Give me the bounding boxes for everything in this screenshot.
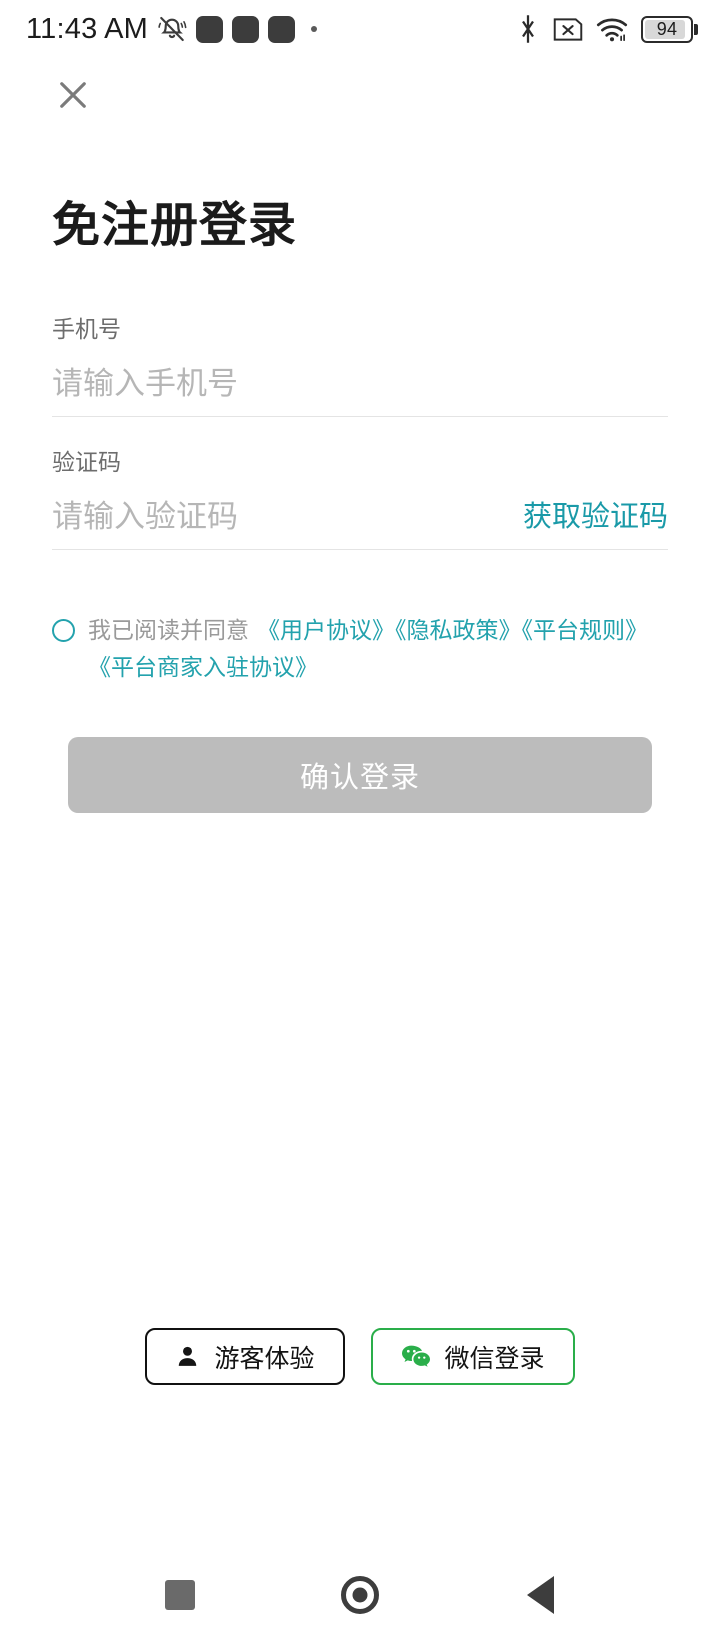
wechat-icon: [401, 1344, 431, 1370]
code-label: 验证码: [52, 449, 121, 476]
login-form: 手机号 验证码 获取验证码: [52, 316, 668, 551]
bluetooth-icon: [522, 15, 534, 43]
blob-placeholder-icon: [267, 15, 295, 43]
agreement-lead-text: 我已阅读并同意: [88, 617, 249, 644]
battery-icon: 94: [641, 15, 698, 43]
agreement-link-privacy[interactable]: 《隐私政策》: [395, 617, 522, 643]
send-code-button[interactable]: 获取验证码: [523, 501, 668, 534]
status-bar-left: 11:43 AM: [26, 13, 317, 46]
home-button[interactable]: [327, 1562, 393, 1628]
bell-muted-icon: [158, 16, 187, 42]
back-triangle-icon: [526, 1576, 554, 1614]
status-bar: 11:43 AM 94: [0, 0, 720, 58]
phone-input[interactable]: [52, 367, 668, 402]
wifi-icon: [596, 18, 628, 42]
phone-screen: 11:43 AM 94 免注册登录 手机号 请输入手机号 验证码 请输入验证码 …: [0, 0, 720, 1650]
phone-label: 手机号: [52, 316, 121, 342]
phone-input-row: [52, 367, 668, 418]
alternate-login-row: 游客体验 微信登录: [0, 1328, 720, 1385]
blob-placeholder-icon: [195, 15, 223, 43]
guest-experience-button[interactable]: 游客体验: [145, 1328, 345, 1385]
agreement-link-merchant-onboarding[interactable]: 《平台商家入驻协议》: [88, 654, 318, 680]
wechat-login-label: 微信登录: [444, 1344, 545, 1373]
close-button[interactable]: [50, 72, 96, 118]
phone-field-group: 手机号: [52, 316, 668, 418]
home-circle-icon: [341, 1576, 379, 1614]
verification-code-input[interactable]: [52, 500, 503, 535]
recents-square-icon: [165, 1580, 195, 1610]
agreement-checkbox[interactable]: [52, 619, 75, 643]
recents-button[interactable]: [147, 1562, 213, 1628]
guest-experience-label: 游客体验: [214, 1344, 315, 1373]
sim-card-missing-icon: [553, 17, 583, 41]
agreement-link-user[interactable]: 《用户协议》: [257, 617, 395, 643]
agreement-text: 我已阅读并同意 《用户协议》《隐私政策》《平台规则》《平台商家入驻协议》: [88, 612, 668, 687]
agreement-link-platform-rules[interactable]: 《平台规则》: [522, 617, 649, 643]
page-title: 免注册登录: [52, 199, 298, 252]
top-bar: [0, 58, 720, 132]
person-icon: [175, 1344, 200, 1369]
status-bar-right: 94: [516, 14, 698, 44]
battery-level-text: 94: [656, 18, 678, 39]
status-clock: 11:43 AM: [26, 12, 148, 45]
code-input-row: 获取验证码: [52, 500, 668, 551]
wechat-login-button[interactable]: 微信登录: [370, 1328, 575, 1385]
android-nav-bar: [0, 1540, 720, 1650]
confirm-login-button[interactable]: 确认登录: [68, 736, 652, 813]
code-field-group: 验证码 获取验证码: [52, 449, 668, 551]
back-button[interactable]: [507, 1562, 573, 1628]
dot-indicator-icon: [310, 26, 317, 32]
close-icon: [60, 82, 86, 108]
agreement-row: 我已阅读并同意 《用户协议》《隐私政策》《平台规则》《平台商家入驻协议》: [52, 612, 668, 687]
blob-placeholder-icon: [231, 15, 259, 43]
